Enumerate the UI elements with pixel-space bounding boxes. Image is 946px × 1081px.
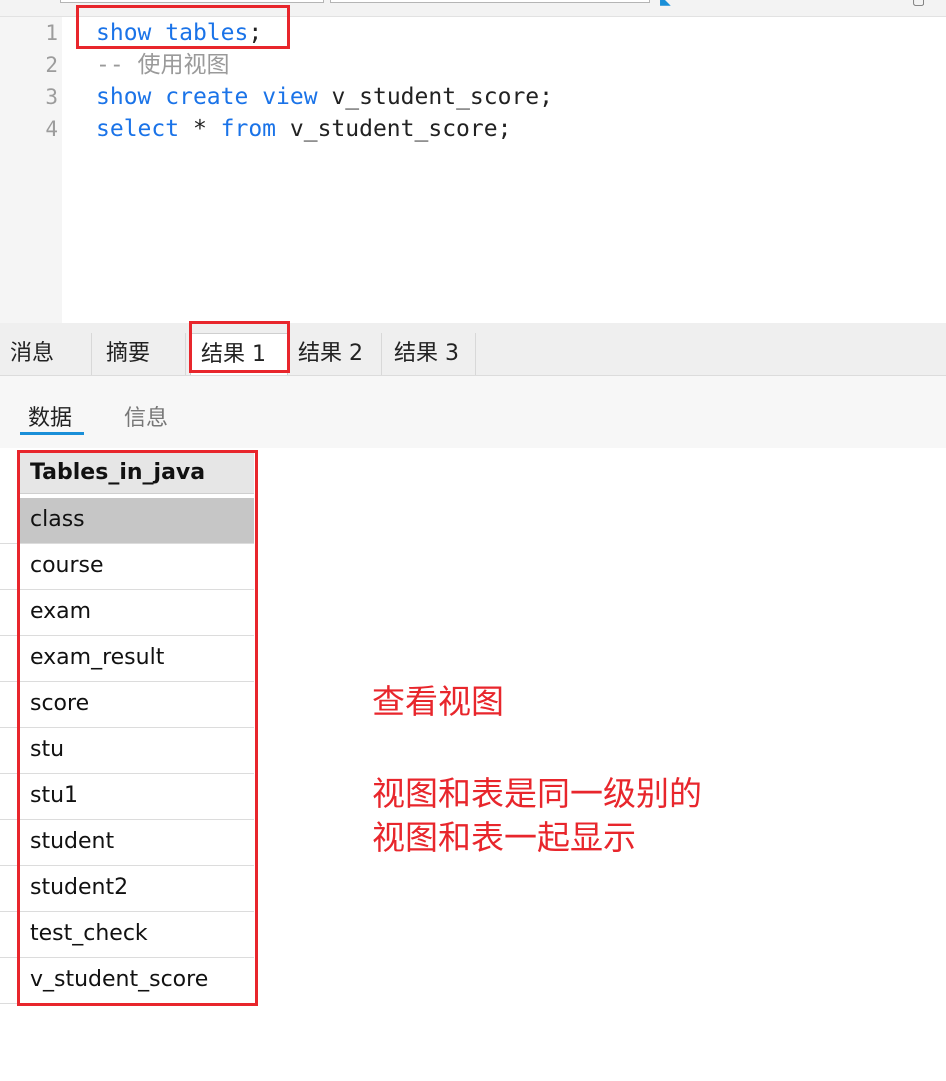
annotation-shown-together: 视图和表一起显示 <box>372 818 636 857</box>
line-number: 2 <box>45 53 58 77</box>
window-icon[interactable]: ▢ <box>912 0 925 8</box>
sql-editor[interactable]: 1 show tables; 2 -- 使用视图 3 show create view v… <box>0 17 946 323</box>
database-combo[interactable] <box>60 0 324 3</box>
annotation-view-tables: 查看视图 <box>372 682 504 721</box>
sql-keyword: select <box>96 116 180 142</box>
schema-combo[interactable] <box>330 0 650 3</box>
sql-keyword: view <box>262 84 318 110</box>
line-number: 1 <box>45 21 58 45</box>
highlight-table-list <box>17 450 258 1006</box>
sql-text: v_student_score; <box>276 116 512 142</box>
run-icon[interactable]: ◣ <box>660 0 671 8</box>
result-tab-bar: 消息 摘要 结果 1 结果 2 结果 3 <box>0 323 946 376</box>
subtab-data[interactable]: 数据 <box>28 400 72 432</box>
sql-text: * <box>179 116 221 142</box>
code-line[interactable]: select * from v_student_score; <box>96 113 511 145</box>
sql-text: v_student_score; <box>317 84 553 110</box>
highlight-result-1-tab <box>189 321 290 373</box>
highlight-show-tables <box>76 5 290 49</box>
tab-summary[interactable]: 摘要 <box>96 333 186 375</box>
active-subtab-indicator <box>20 432 84 435</box>
tab-result-3[interactable]: 结果 3 <box>384 333 476 375</box>
sql-keyword: from <box>220 116 277 142</box>
annotation-same-level: 视图和表是同一级别的 <box>372 774 702 813</box>
sub-tab-bar: 数据 信息 <box>0 376 946 448</box>
sql-comment: -- 使用视图 <box>96 52 230 78</box>
sql-keyword: create <box>165 84 249 110</box>
subtab-info[interactable]: 信息 <box>124 400 168 432</box>
sql-keyword: show <box>96 84 152 110</box>
line-number: 4 <box>45 117 58 141</box>
tab-result-2[interactable]: 结果 2 <box>288 333 382 375</box>
code-line[interactable]: show create view v_student_score; <box>96 81 553 113</box>
line-number: 3 <box>45 85 58 109</box>
code-line[interactable]: -- 使用视图 <box>96 49 230 81</box>
tab-messages[interactable]: 消息 <box>0 333 92 375</box>
